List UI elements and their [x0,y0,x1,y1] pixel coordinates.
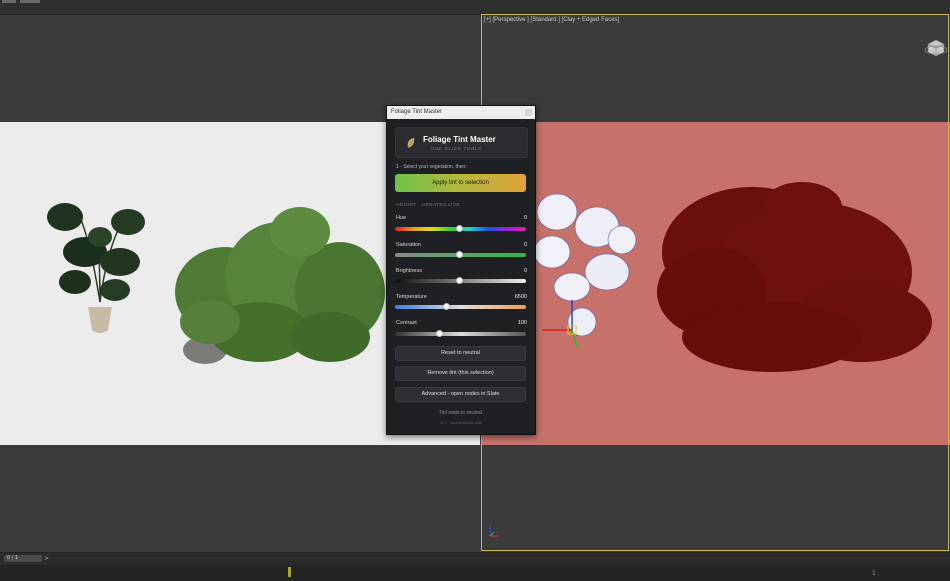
tinted-bush [657,182,932,372]
time-slider-handle[interactable] [288,567,291,577]
wireframe-monstera [533,193,637,337]
panel-subtitle: ONE CLICK TOOLS [431,146,483,151]
status-message: Tint reset to neutral. [438,410,484,416]
brightness-label: Brightness [396,268,422,274]
saturation-value: 0 [523,242,527,248]
hue-label: Hue [396,215,407,221]
hue-value: 0 [523,215,527,221]
tab-marker[interactable] [20,0,40,3]
next-frame-arrow-icon[interactable]: > [44,555,49,562]
close-icon[interactable] [525,109,532,116]
panel-window-title: Foliage Tint Master [391,109,443,115]
frame-counter[interactable]: 0 / 1 [4,555,42,562]
contrast-slider[interactable] [395,329,526,337]
viewport-label[interactable]: [+] [Perspective ] [Standard ] [Clay + E… [484,17,619,23]
panel-header: Foliage Tint Master ONE CLICK TOOLS [395,127,528,158]
contrast-slider-knob[interactable] [436,329,444,337]
remove-tint-button[interactable]: Remove tint (this selection) [395,366,526,381]
transform-gizmo[interactable] [542,300,578,348]
leaf-icon [407,138,415,149]
viewcube-icon[interactable] [924,32,948,60]
timeline-bar: 0 / 1 > 1 [0,552,950,581]
temperature-slider[interactable] [395,302,526,310]
temperature-label: Temperature [396,294,427,300]
panel-title: Foliage Tint Master [423,135,496,144]
hue-slider[interactable] [395,224,526,232]
panel-footer[interactable]: v1.0 · oneclicktools.com [387,420,535,425]
top-menu-strip [0,0,950,15]
advanced-slate-button[interactable]: Advanced - open nodes in Slate [395,387,526,402]
monstera-plant [47,203,145,333]
panel-titlebar[interactable]: Foliage Tint Master [387,106,535,119]
tab-marker[interactable] [2,0,16,3]
temperature-value: 6500 [514,294,527,300]
temperature-slider-knob[interactable] [442,302,450,310]
reset-neutral-button[interactable]: Reset to neutral [395,346,526,361]
axis-tripod-icon [489,525,499,537]
contrast-value: 100 [517,320,527,326]
step-instruction: 1 - Select your vegetation, then: [396,164,467,170]
saturation-slider[interactable] [395,250,526,258]
adjust-section-label: ADJUST · UPDATES LIVE [396,202,460,207]
bush-plant [175,207,385,364]
render-red-background [482,122,950,445]
time-tick-label: 1 [872,570,876,577]
brightness-slider-knob[interactable] [456,276,463,284]
brightness-slider[interactable] [395,276,526,284]
foliage-tint-panel: Foliage Tint Master Foliage Tint Master … [386,105,536,435]
render-wireframe [533,182,932,372]
contrast-label: Contrast [396,320,417,326]
saturation-label: Saturation [396,242,422,248]
brightness-value: 0 [523,268,527,274]
time-track[interactable] [0,565,950,581]
saturation-slider-knob[interactable] [456,250,463,258]
hue-slider-knob[interactable] [456,224,463,232]
apply-tint-button[interactable]: Apply tint to selection [395,174,526,192]
